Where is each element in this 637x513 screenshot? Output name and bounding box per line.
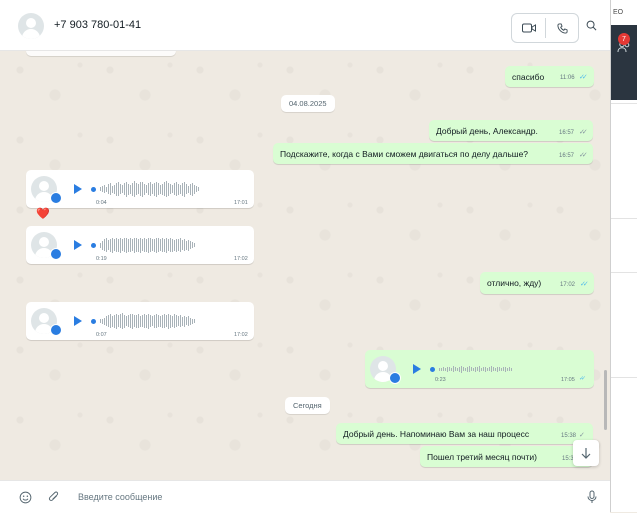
message-composer: Введите сообщение [0, 480, 610, 513]
message-text: спасибо [512, 72, 545, 82]
date-separator: 04.08.2025 [281, 95, 335, 112]
message-time: 16:57 [559, 153, 575, 159]
chat-window: спасибо 11:06 ✓✓ 04.08.2025 Добрый день,… [0, 0, 611, 513]
message-time: 15:38 [561, 433, 577, 439]
divider [611, 218, 637, 219]
mic-icon [50, 192, 62, 204]
message-bubble[interactable]: Добрый день. Напоминаю Вам за наш процес… [336, 423, 593, 444]
notification-badge[interactable]: 7 [618, 33, 630, 45]
message-time: 15:3 [562, 456, 574, 462]
message-text: Подскажите, когда с Вами сможем двигатьс… [280, 149, 529, 159]
voice-duration: 0:23 [435, 377, 446, 383]
message-bubble[interactable]: Добрый день, Александр. 16:57 ✓✓ [429, 120, 593, 141]
voice-duration: 0:07 [96, 332, 107, 338]
heart-reaction-icon[interactable]: ❤️ [36, 207, 50, 220]
mic-icon [50, 248, 62, 260]
divider [611, 103, 637, 104]
message-bubble[interactable]: спасибо 11:06 ✓✓ [505, 66, 594, 87]
read-check-icon: ✓✓ [579, 74, 588, 81]
waveform[interactable] [91, 237, 195, 253]
voice-duration: 0:04 [96, 200, 107, 206]
voice-message[interactable]: 0:04 17:01 [26, 170, 254, 208]
message-time: 16:57 [559, 130, 575, 136]
chat-header: +7 903 780-01-41 [0, 0, 610, 51]
message-time: 11:06 [560, 75, 575, 81]
sent-check-icon: ✓ [579, 432, 585, 439]
microphone-icon[interactable] [586, 490, 598, 504]
voice-message[interactable]: 0:19 17:02 [26, 226, 254, 264]
read-check-icon: ✓✓ [579, 376, 586, 382]
message-time: 17:05 [561, 377, 575, 383]
contact-name[interactable]: +7 903 780-01-41 [54, 19, 141, 31]
play-icon[interactable] [413, 364, 421, 374]
message-text: отлично, жду) [487, 278, 542, 288]
divider [545, 18, 546, 38]
message-text: Пошел третий месяц почти) [427, 452, 537, 462]
message-time: 17:01 [234, 200, 248, 206]
message-bubble[interactable]: Пошел третий месяц почти) 15:3 [420, 446, 593, 467]
message-time: 17:02 [234, 332, 248, 338]
scroll-down-button[interactable] [573, 440, 599, 466]
message-time: 17:02 [234, 256, 248, 262]
arrow-down-icon [581, 448, 591, 459]
message-bubble[interactable]: Подскажите, когда с Вами сможем двигатьс… [273, 143, 593, 164]
play-icon[interactable] [74, 316, 82, 326]
message-text: Добрый день, Александр. [436, 126, 538, 136]
contact-avatar[interactable] [18, 13, 44, 39]
sent-check-icon: ✓✓ [579, 152, 588, 159]
video-call-icon[interactable] [517, 18, 541, 38]
waveform[interactable] [430, 361, 512, 377]
app-logo: ЕО [613, 9, 624, 16]
divider [611, 272, 637, 273]
search-icon[interactable] [583, 17, 599, 33]
message-bubble[interactable]: отлично, жду) 17:02 ✓✓ [480, 272, 594, 294]
voice-message[interactable]: 0:07 17:02 [26, 302, 254, 340]
waveform[interactable] [91, 181, 199, 197]
message-list[interactable]: спасибо 11:06 ✓✓ 04.08.2025 Добрый день,… [0, 50, 610, 480]
phone-call-icon[interactable] [550, 18, 574, 38]
call-buttons [511, 13, 579, 43]
scrollbar[interactable] [604, 370, 607, 430]
voice-duration: 0:19 [96, 256, 107, 262]
divider [611, 377, 637, 378]
sent-check-icon: ✓✓ [579, 129, 588, 136]
paperclip-icon[interactable] [47, 490, 61, 504]
emoji-icon[interactable] [18, 490, 32, 504]
mic-icon [389, 372, 401, 384]
date-separator: Сегодня [285, 397, 330, 414]
mic-icon [50, 324, 62, 336]
play-icon[interactable] [74, 184, 82, 194]
read-check-icon: ✓✓ [580, 281, 589, 288]
message-text: Добрый день. Напоминаю Вам за наш процес… [343, 429, 530, 439]
play-icon[interactable] [74, 240, 82, 250]
message-input[interactable]: Введите сообщение [78, 492, 162, 502]
message-time: 17:02 [560, 282, 576, 288]
waveform[interactable] [91, 313, 195, 329]
voice-message[interactable]: 0:23 17:05 ✓✓ [365, 350, 594, 388]
